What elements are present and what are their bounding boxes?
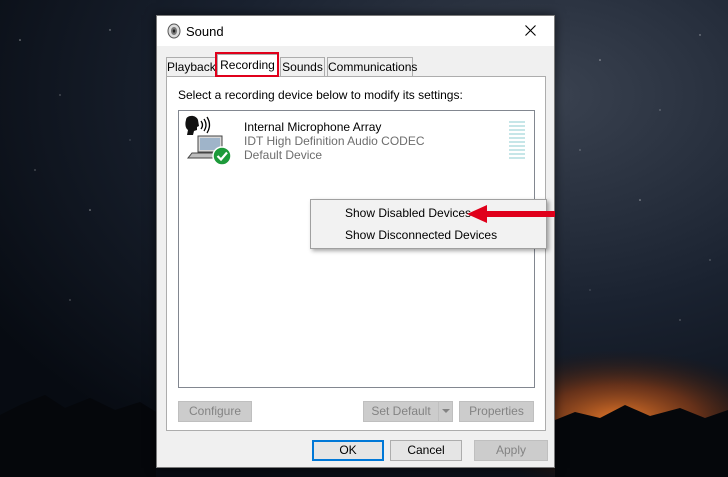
device-driver: IDT High Definition Audio CODEC [244,134,425,148]
recording-panel: Select a recording device below to modif… [166,76,546,431]
ok-button[interactable]: OK [312,440,384,461]
speaker-icon [167,23,181,39]
device-item[interactable]: Internal Microphone Array IDT High Defin… [180,112,533,168]
set-default-dropdown[interactable] [438,402,452,421]
menu-item-show-disconnected[interactable]: Show Disconnected Devices [313,224,544,246]
tab-communications[interactable]: Communications [327,57,417,76]
properties-button[interactable]: Properties [459,401,534,422]
cancel-button[interactable]: Cancel [390,440,462,461]
tab-sounds[interactable]: Sounds [280,57,325,76]
title-bar: Sound [157,16,554,46]
set-default-label: Set Default [371,404,431,418]
set-default-button[interactable]: Set Default [363,401,453,422]
chevron-down-icon [442,409,450,413]
instruction-text: Select a recording device below to modif… [178,88,463,102]
device-status: Default Device [244,148,323,162]
microphone-device-icon [185,115,232,166]
configure-button[interactable]: Configure [178,401,252,422]
apply-button[interactable]: Apply [474,440,548,461]
tab-playback[interactable]: Playback [166,57,216,76]
close-button[interactable] [508,16,554,46]
level-meter [509,121,525,161]
device-name: Internal Microphone Array [244,120,382,134]
menu-item-label: Show Disabled Devices [345,206,472,220]
red-arrow-annotation [467,205,555,223]
tab-recording[interactable]: Recording [217,54,278,77]
device-list[interactable]: Internal Microphone Array IDT High Defin… [178,110,535,388]
menu-item-label: Show Disconnected Devices [345,228,498,242]
window-title: Sound [186,24,224,39]
close-icon [525,25,536,36]
